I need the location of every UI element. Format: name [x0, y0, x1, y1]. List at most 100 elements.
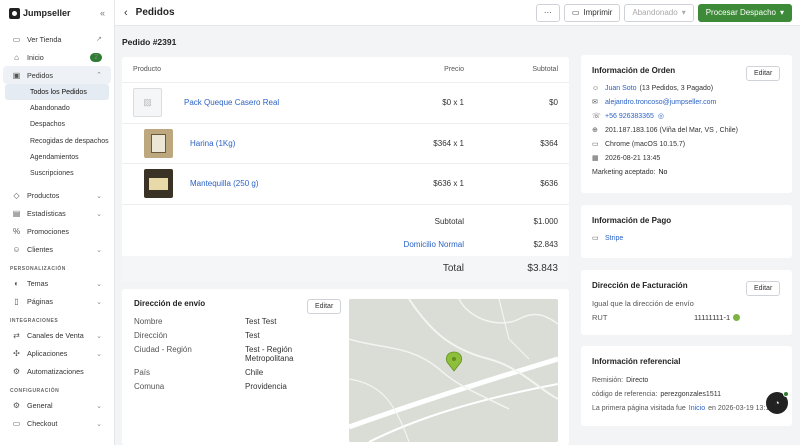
phone-link[interactable]: +56 926383365 [605, 113, 654, 120]
sidebar-item-automatizaciones[interactable]: ⚙ Automatizaciones [3, 363, 111, 381]
product-subtotal: $364 [540, 138, 558, 148]
chevron-down-icon: ⌄ [96, 332, 102, 340]
sidebar-item-canales[interactable]: ⇄ Canales de Venta ⌄ [3, 327, 111, 345]
sidebar-subitem-suscripciones[interactable]: Suscripciones [5, 165, 109, 181]
topbar: ‹ Pedidos ··· ▭ Imprimir Abandonado ▾ Pr… [115, 0, 800, 26]
ref-code-value: perezgonzales1511 [660, 390, 721, 398]
chevron-down-icon: ▾ [779, 8, 784, 17]
map-graphic [349, 299, 558, 442]
billing-card: Dirección de Facturación Editar Igual qu… [581, 270, 792, 335]
sidebar-item-general[interactable]: ⚙ General ⌄ [3, 397, 111, 415]
section-integraciones: INTEGRACIONES [10, 317, 59, 324]
globe-icon: ⊕ [592, 127, 598, 134]
first-page-line: La primera página visitada fue Inicio en… [592, 401, 788, 415]
field-row: Ciudad - Región Test - Región Metropolit… [134, 345, 344, 363]
first-page-suffix: en 2026-03-19 13:12 [708, 404, 774, 412]
subtotal-row: Subtotal $1.000 [122, 210, 569, 233]
sidebar-item-label: Checkout [27, 419, 58, 429]
subtotal-label: Subtotal [434, 216, 464, 226]
sidebar-item-checkout[interactable]: ▭ Checkout ⌄ [3, 415, 111, 433]
billing-same: Igual que la dirección de envío [592, 299, 694, 308]
products-table-header: Producto Precio Subtotal [122, 57, 569, 83]
sidebar-item-clientes[interactable]: ☺ Clientes ⌄ [3, 241, 111, 259]
credit-card-icon: ▭ [592, 235, 599, 242]
back-arrow-icon[interactable]: ‹ [124, 7, 128, 19]
referral-card: Información referencial Remisión: Direct… [581, 346, 792, 426]
billing-rut-value: 11111111-1 [694, 313, 741, 322]
subtotal-value: $1.000 [533, 216, 558, 226]
payment-method-link[interactable]: Stripe [605, 235, 623, 242]
notification-badge: 2 [90, 52, 102, 62]
more-options-button[interactable]: ··· [535, 3, 560, 22]
product-link[interactable]: Mantequilla (250 g) [190, 179, 258, 188]
field-label: Comuna [134, 382, 165, 391]
section-personalizacion: PERSONALIZACIÓN [10, 265, 66, 272]
product-link[interactable]: Harina (1Kg) [190, 139, 235, 148]
sidebar-subitem-todos-los-pedidos[interactable]: Todos los Pedidos [5, 84, 109, 101]
customer-link[interactable]: Juan Soto [605, 85, 637, 92]
shipping-map[interactable] [349, 299, 558, 442]
payment-title: Información de Pago [592, 216, 672, 225]
field-label: Nombre [134, 317, 163, 326]
brand-name: Jumpseller [23, 8, 71, 18]
sidebar-subitem-despachos[interactable]: Despachos [5, 117, 109, 133]
ref-code-label: código de referencia: [592, 390, 658, 398]
print-button[interactable]: ▭ Imprimir [563, 3, 621, 22]
sidebar-item-pedidos[interactable]: ▣ Pedidos ⌃ [3, 66, 111, 84]
browser-icon: ▭ [592, 141, 599, 148]
sidebar-item-paginas[interactable]: ▯ Páginas ⌄ [3, 293, 111, 311]
customer-meta: (13 Pedidos, 3 Pagado) [639, 84, 714, 92]
whatsapp-icon[interactable]: ◎ [658, 112, 664, 120]
chevron-down-icon: ▾ [681, 8, 686, 17]
field-value: Providencia [245, 382, 287, 391]
edit-billing-button[interactable]: Editar [746, 281, 781, 296]
chevron-down-icon: ⌄ [96, 280, 102, 288]
edit-shipping-button[interactable]: Editar [307, 299, 342, 314]
table-row: Harina (1Kg) $364 x 1 $364 [122, 124, 569, 164]
logo: Jumpseller « [0, 0, 114, 26]
sidebar-subitem-agendamientos[interactable]: Agendamientos [5, 149, 109, 165]
marketing-label: Marketing aceptado: [592, 168, 656, 176]
chevron-up-icon: ⌃ [96, 72, 102, 79]
sidebar-item-label: Temas [27, 279, 49, 289]
palette-icon: ◐ [14, 279, 19, 289]
table-row: Mantequilla (250 g) $636 x 1 $636 [122, 164, 569, 205]
sidebar-item-ver-tienda[interactable]: ▭ Ver Tienda ↗ [3, 30, 111, 48]
product-link[interactable]: Pack Queque Casero Real [184, 98, 279, 107]
collapse-sidebar-icon[interactable]: « [100, 8, 105, 18]
order-info-card: Información de Orden Editar ☺ Juan Soto … [581, 55, 792, 193]
chat-support-button[interactable]: ◔ [766, 391, 789, 414]
abandon-select[interactable]: Abandonado ▾ [624, 3, 694, 22]
shipping-row: Domicilio Normal $2.843 [122, 233, 569, 256]
sidebar-item-inicio[interactable]: ⌂ Inicio 2 [3, 48, 111, 66]
sidebar-subitem-recogidas[interactable]: Recogidas de despachos [5, 133, 109, 149]
automation-icon: ⚙ [12, 367, 21, 377]
sidebar-item-estadisticas[interactable]: ▤ Estadísticas ⌄ [3, 205, 111, 223]
referral-title: Información referencial [592, 357, 681, 366]
sidebar-item-label: General [27, 401, 53, 411]
email-link[interactable]: alejandro.troncoso@jumpseller.com [605, 99, 716, 106]
chevron-down-icon: ⌄ [96, 210, 102, 218]
shipping-method-link[interactable]: Domicilio Normal [404, 240, 464, 249]
sidebar-item-temas[interactable]: ◐ Temas ⌄ [3, 275, 111, 293]
field-row: Nombre Test Test [134, 317, 344, 326]
sidebar-item-label: Estadísticas [27, 209, 66, 219]
edit-order-info-button[interactable]: Editar [746, 66, 781, 81]
process-shipping-button[interactable]: Procesar Despacho ▾ [697, 3, 792, 22]
box-icon: ▣ [12, 70, 21, 80]
sidebar-item-promociones[interactable]: % Promociones [3, 223, 111, 241]
sidebar-subitem-abandonado[interactable]: Abandonado [5, 100, 109, 116]
ip-value: 201.187.183.106 (Viña del Mar, VS , Chil… [605, 126, 738, 134]
sidebar-item-productos[interactable]: ◇ Productos ⌄ [3, 187, 111, 205]
sidebar-item-aplicaciones[interactable]: ✣ Aplicaciones ⌄ [3, 345, 111, 363]
first-page-link[interactable]: Inicio [689, 405, 705, 412]
email-line: ✉ alejandro.troncoso@jumpseller.com [592, 95, 788, 109]
page-title: Pedidos [135, 7, 175, 18]
sidebar-item-label: Páginas [27, 297, 53, 307]
cart-icon: ▭ [12, 419, 21, 429]
product-price: $636 x 1 [433, 179, 464, 189]
tag-icon: ◇ [13, 191, 20, 201]
field-value: Test Test [245, 317, 277, 326]
print-label: Imprimir [583, 8, 613, 17]
chat-icon: ◔ [774, 398, 780, 408]
